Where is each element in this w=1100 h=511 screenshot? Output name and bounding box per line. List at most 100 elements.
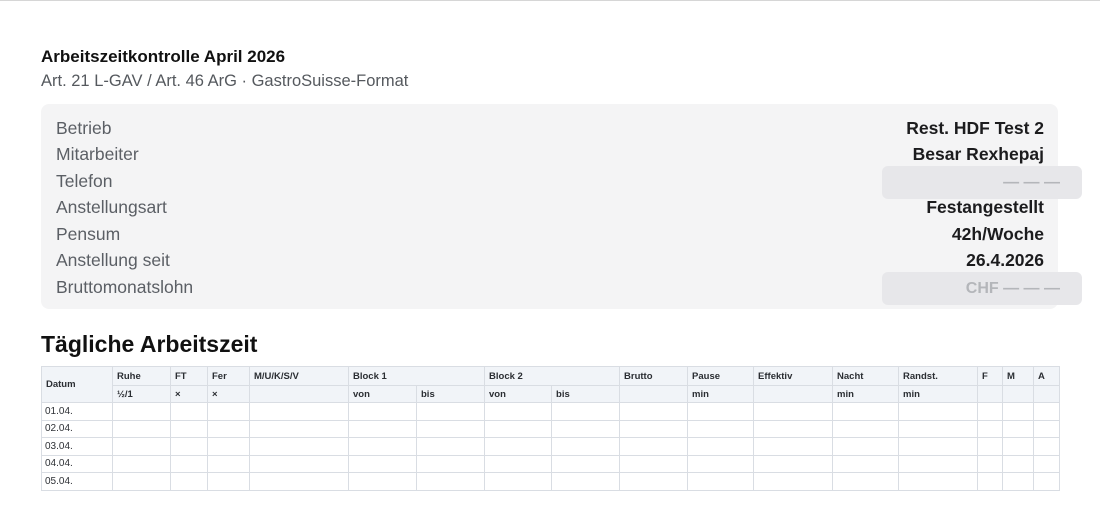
a-cell[interactable] bbox=[1033, 419, 1061, 438]
ft-cell[interactable] bbox=[170, 472, 208, 491]
ruhe-cell[interactable] bbox=[112, 402, 171, 421]
ruhe-cell[interactable] bbox=[112, 437, 171, 456]
effektiv-cell[interactable] bbox=[753, 437, 834, 456]
randst-cell[interactable] bbox=[898, 419, 979, 438]
header-block2: Block 2 bbox=[484, 366, 621, 386]
block1-bis-cell[interactable] bbox=[415, 437, 486, 456]
block2-von-cell[interactable] bbox=[484, 454, 553, 473]
table-row: 01.04. bbox=[41, 402, 1061, 421]
fer-cell[interactable] bbox=[207, 472, 250, 491]
pause-cell[interactable] bbox=[687, 419, 755, 438]
f-cell[interactable] bbox=[977, 472, 1004, 491]
ruhe-cell[interactable] bbox=[112, 472, 171, 491]
block2-bis-cell[interactable] bbox=[551, 402, 621, 421]
fer-cell[interactable] bbox=[207, 437, 250, 456]
pause-cell[interactable] bbox=[687, 437, 755, 456]
a-cell[interactable] bbox=[1033, 437, 1061, 456]
block1-von-cell[interactable] bbox=[348, 437, 417, 456]
f-cell[interactable] bbox=[977, 419, 1004, 438]
block1-bis-cell[interactable] bbox=[415, 454, 486, 473]
mukssv-cell[interactable] bbox=[249, 472, 349, 491]
block2-bis-cell[interactable] bbox=[551, 437, 621, 456]
employee-info-card: Betrieb Rest. HDF Test 2 Mitarbeiter Bes… bbox=[41, 104, 1082, 309]
header-m: M bbox=[1002, 366, 1035, 386]
subheader-brutto bbox=[619, 385, 689, 403]
header-effektiv: Effektiv bbox=[753, 366, 834, 386]
block1-von-cell[interactable] bbox=[348, 419, 417, 438]
block2-bis-cell[interactable] bbox=[551, 472, 621, 491]
ruhe-cell[interactable] bbox=[112, 419, 171, 438]
pause-cell[interactable] bbox=[687, 454, 755, 473]
betrieb-value: Rest. HDF Test 2 bbox=[906, 118, 1044, 138]
m-cell[interactable] bbox=[1002, 472, 1035, 491]
mukssv-cell[interactable] bbox=[249, 402, 349, 421]
f-cell[interactable] bbox=[977, 454, 1004, 473]
m-cell[interactable] bbox=[1002, 437, 1035, 456]
bruttomonatslohn-field[interactable]: CHF — — — bbox=[882, 272, 1082, 305]
block1-bis-cell[interactable] bbox=[415, 402, 486, 421]
fer-cell[interactable] bbox=[207, 419, 250, 438]
brutto-cell[interactable] bbox=[619, 454, 689, 473]
m-cell[interactable] bbox=[1002, 454, 1035, 473]
block2-von-cell[interactable] bbox=[484, 419, 553, 438]
nacht-cell[interactable] bbox=[832, 472, 900, 491]
block1-von-cell[interactable] bbox=[348, 454, 417, 473]
randst-cell[interactable] bbox=[898, 402, 979, 421]
mukssv-cell[interactable] bbox=[249, 419, 349, 438]
subheader-pause: min bbox=[687, 385, 755, 403]
fer-cell[interactable] bbox=[207, 454, 250, 473]
subheader-randst: min bbox=[898, 385, 979, 403]
info-row-anstellung-seit: Anstellung seit 26.4.2026 bbox=[41, 247, 1058, 273]
block1-bis-cell[interactable] bbox=[415, 419, 486, 438]
m-cell[interactable] bbox=[1002, 419, 1035, 438]
randst-cell[interactable] bbox=[898, 454, 979, 473]
effektiv-cell[interactable] bbox=[753, 419, 834, 438]
nacht-cell[interactable] bbox=[832, 419, 900, 438]
subheader-a bbox=[1033, 385, 1061, 403]
mitarbeiter-label: Mitarbeiter bbox=[56, 144, 139, 164]
brutto-cell[interactable] bbox=[619, 419, 689, 438]
subheader-effektiv bbox=[753, 385, 834, 403]
mukssv-cell[interactable] bbox=[249, 437, 349, 456]
brutto-cell[interactable] bbox=[619, 402, 689, 421]
block2-von-cell[interactable] bbox=[484, 472, 553, 491]
brutto-cell[interactable] bbox=[619, 437, 689, 456]
mukssv-cell[interactable] bbox=[249, 454, 349, 473]
f-cell[interactable] bbox=[977, 402, 1004, 421]
fer-cell[interactable] bbox=[207, 402, 250, 421]
section-title-taegliche-arbeitszeit: Tägliche Arbeitszeit bbox=[41, 331, 258, 357]
m-cell[interactable] bbox=[1002, 402, 1035, 421]
nacht-cell[interactable] bbox=[832, 454, 900, 473]
block2-bis-cell[interactable] bbox=[551, 454, 621, 473]
ft-cell[interactable] bbox=[170, 419, 208, 438]
block1-von-cell[interactable] bbox=[348, 472, 417, 491]
block1-bis-cell[interactable] bbox=[415, 472, 486, 491]
ruhe-cell[interactable] bbox=[112, 454, 171, 473]
nacht-cell[interactable] bbox=[832, 402, 900, 421]
header-fer: Fer bbox=[207, 366, 250, 386]
f-cell[interactable] bbox=[977, 437, 1004, 456]
randst-cell[interactable] bbox=[898, 437, 979, 456]
ft-cell[interactable] bbox=[170, 454, 208, 473]
info-row-betrieb: Betrieb Rest. HDF Test 2 bbox=[41, 115, 1058, 141]
brutto-cell[interactable] bbox=[619, 472, 689, 491]
block1-von-cell[interactable] bbox=[348, 402, 417, 421]
a-cell[interactable] bbox=[1033, 454, 1061, 473]
block2-von-cell[interactable] bbox=[484, 402, 553, 421]
pause-cell[interactable] bbox=[687, 472, 755, 491]
block2-von-cell[interactable] bbox=[484, 437, 553, 456]
pause-cell[interactable] bbox=[687, 402, 755, 421]
a-cell[interactable] bbox=[1033, 402, 1061, 421]
block2-bis-cell[interactable] bbox=[551, 419, 621, 438]
nacht-cell[interactable] bbox=[832, 437, 900, 456]
effektiv-cell[interactable] bbox=[753, 402, 834, 421]
randst-cell[interactable] bbox=[898, 472, 979, 491]
header-ruhe: Ruhe bbox=[112, 366, 171, 386]
ft-cell[interactable] bbox=[170, 402, 208, 421]
header-mukssv: M/U/K/S/V bbox=[249, 366, 349, 386]
table-row: 05.04. bbox=[41, 472, 1061, 491]
effektiv-cell[interactable] bbox=[753, 472, 834, 491]
effektiv-cell[interactable] bbox=[753, 454, 834, 473]
a-cell[interactable] bbox=[1033, 472, 1061, 491]
ft-cell[interactable] bbox=[170, 437, 208, 456]
